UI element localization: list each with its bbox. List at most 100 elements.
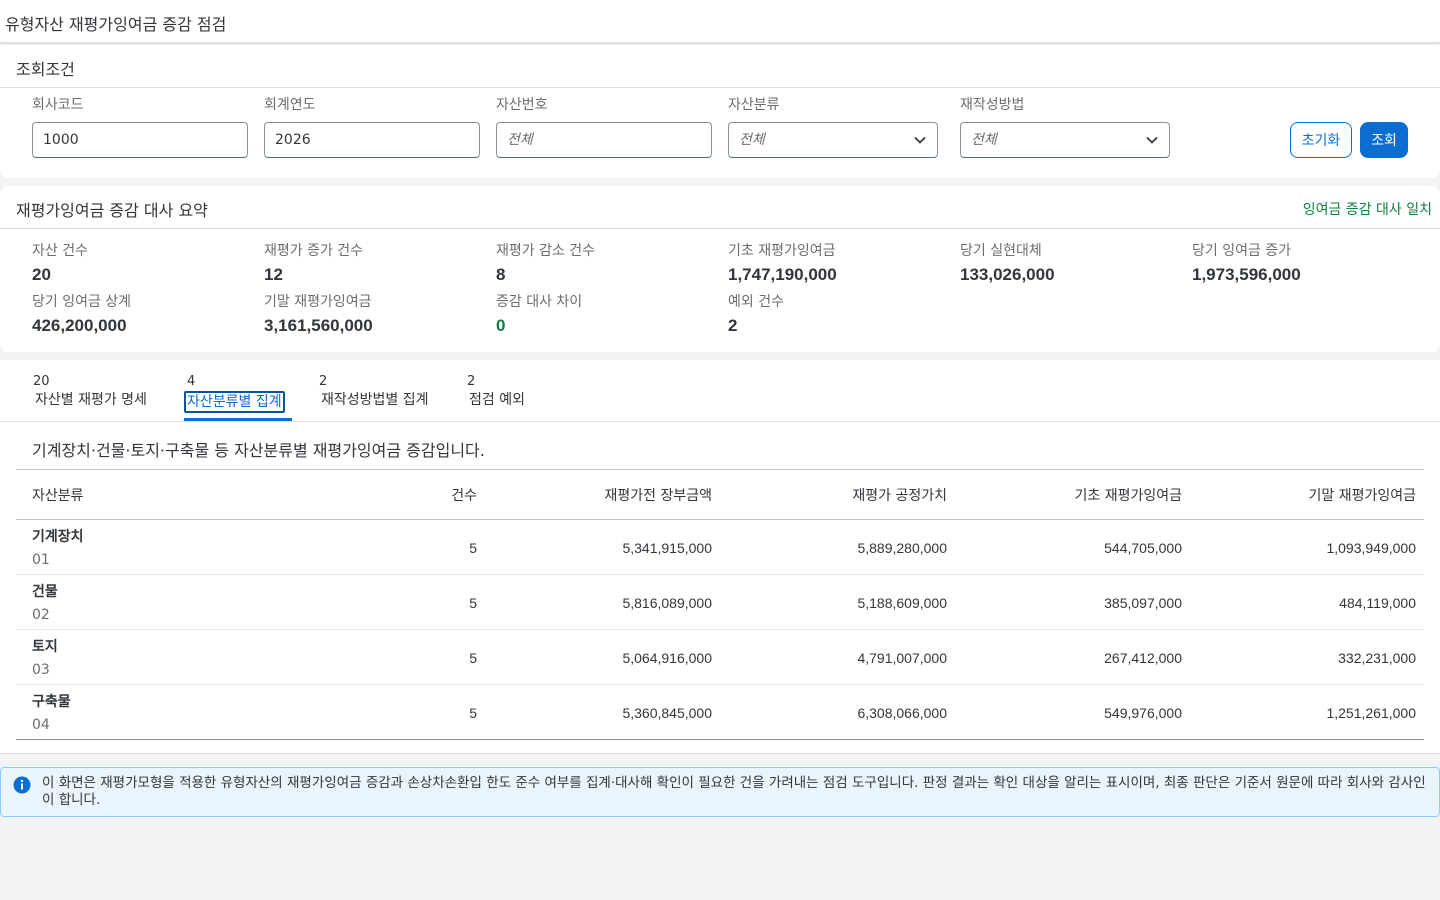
kpi-label: 당기 잉여금 상계 — [32, 294, 132, 310]
tab-content: 기계장치·건물·토지·구축물 등 자산분류별 재평가잉여금 증감입니다. 자산분… — [0, 422, 1440, 754]
kpi-label: 증감 대사 차이 — [496, 294, 583, 310]
column-header-count[interactable]: 건수 — [451, 485, 477, 505]
column-header-closing-surplus[interactable]: 기말 재평가잉여금 — [1309, 485, 1417, 505]
method-label: 재작성방법 — [960, 97, 1025, 113]
kpi-value: 2 — [728, 316, 738, 335]
asset-class-table: 자산분류 건수 재평가전 장부금액 재평가 공정가치 기초 재평가잉여금 기말 … — [16, 469, 1424, 740]
asset-class-name: 건물 — [32, 584, 58, 600]
kpi-surplus-offset: 당기 잉여금 상계 426,200,000 — [32, 293, 131, 336]
reconciliation-status: 잉여금 증감 대사 일치 — [1302, 202, 1432, 218]
tab-bar: 20 자산별 재평가 명세 4 자산분류별 집계 2 재작성방법별 집계 2 점… — [0, 360, 1440, 422]
table-row[interactable]: 기계장치 01 5 5,341,915,000 5,889,280,000 54… — [16, 520, 1424, 575]
column-header-asset-class[interactable]: 자산분류 — [32, 485, 84, 505]
asset-number-label: 자산번호 — [496, 97, 548, 113]
method-select[interactable]: 전체 — [960, 122, 1170, 158]
asset-class-select[interactable]: 전체 — [728, 122, 938, 158]
cell-opening-surplus: 267,412,000 — [1104, 650, 1182, 666]
cell-fair-value: 5,188,609,000 — [857, 595, 947, 611]
table-row[interactable]: 토지 03 5 5,064,916,000 4,791,007,000 267,… — [16, 630, 1424, 685]
tab-label: 자산별 재평가 명세 — [35, 392, 147, 408]
info-message-strip: 이 화면은 재평가모형을 적용한 유형자산의 재평가잉여금 증감과 손상차손환입… — [0, 767, 1440, 817]
chevron-down-icon — [914, 136, 926, 144]
fiscal-year-input[interactable] — [265, 123, 479, 157]
company-code-field: 회사코드 — [32, 95, 248, 158]
method-value: 전체 — [971, 132, 997, 148]
table-row[interactable]: 건물 02 5 5,816,089,000 5,188,609,000 385,… — [16, 575, 1424, 630]
cell-count: 5 — [469, 705, 477, 721]
info-icon — [13, 776, 31, 794]
tab-count: 2 — [319, 374, 328, 389]
kpi-label: 자산 건수 — [32, 243, 88, 259]
search-button[interactable]: 조회 — [1360, 122, 1408, 158]
kpi-value: 3,161,560,000 — [264, 316, 373, 335]
kpi-value: 426,200,000 — [32, 316, 127, 335]
cell-closing-surplus: 1,093,949,000 — [1326, 540, 1416, 556]
company-code-box[interactable] — [32, 122, 248, 158]
content-description: 기계장치·건물·토지·구축물 등 자산분류별 재평가잉여금 증감입니다. — [32, 441, 485, 460]
company-code-input[interactable] — [33, 123, 247, 157]
info-message-text: 이 화면은 재평가모형을 적용한 유형자산의 재평가잉여금 증감과 손상차손환입… — [42, 775, 1426, 808]
asset-class-value: 전체 — [739, 132, 765, 148]
active-tab-indicator — [184, 418, 292, 421]
cell-fair-value: 4,791,007,000 — [857, 650, 947, 666]
kpi-label: 당기 실현대체 — [960, 243, 1042, 259]
tab-label: 재작성방법별 집계 — [321, 392, 429, 408]
kpi-value: 20 — [32, 265, 51, 284]
tab-label: 자산분류별 집계 — [184, 391, 285, 413]
tab-count: 2 — [467, 374, 476, 389]
cell-closing-surplus: 484,119,000 — [1339, 595, 1416, 611]
column-header-fair-value[interactable]: 재평가 공정가치 — [852, 485, 947, 505]
filter-panel-title: 조회조건 — [16, 60, 75, 79]
kpi-reconciliation-diff: 증감 대사 차이 0 — [496, 293, 582, 336]
kpi-value: 0 — [496, 316, 506, 335]
cell-count: 5 — [469, 540, 477, 556]
tab-count: 20 — [33, 374, 50, 389]
kpi-label: 재평가 증가 건수 — [264, 243, 364, 259]
reset-button[interactable]: 초기화 — [1290, 122, 1352, 158]
asset-class-field: 자산분류 전체 — [728, 95, 938, 158]
cell-book-value: 5,816,089,000 — [622, 595, 712, 611]
asset-class-code: 04 — [32, 717, 50, 733]
asset-number-input[interactable] — [497, 123, 711, 157]
summary-panel-title: 재평가잉여금 증감 대사 요약 — [16, 201, 208, 220]
company-code-label: 회사코드 — [32, 97, 84, 113]
kpi-surplus-increase: 당기 잉여금 증가 1,973,596,000 — [1192, 242, 1301, 285]
tab-exceptions[interactable]: 2 점검 예외 — [467, 374, 527, 409]
kpi-label: 기초 재평가잉여금 — [728, 243, 836, 259]
cell-closing-surplus: 332,231,000 — [1338, 650, 1416, 666]
kpi-label: 예외 건수 — [728, 294, 784, 310]
kpi-realized-transfer: 당기 실현대체 133,026,000 — [960, 242, 1055, 285]
asset-class-label: 자산분류 — [728, 97, 780, 113]
cell-opening-surplus: 549,976,000 — [1104, 705, 1182, 721]
tab-asset-details[interactable]: 20 자산별 재평가 명세 — [33, 374, 149, 409]
asset-class-name: 기계장치 — [32, 529, 84, 545]
page-title: 유형자산 재평가잉여금 증감 점검 — [5, 15, 227, 34]
fiscal-year-label: 회계연도 — [264, 97, 316, 113]
cell-book-value: 5,341,915,000 — [622, 540, 712, 556]
kpi-label: 재평가 감소 건수 — [496, 243, 596, 259]
cell-count: 5 — [469, 650, 477, 666]
tab-asset-class-summary[interactable]: 4 자산분류별 집계 — [184, 374, 285, 413]
asset-class-code: 02 — [32, 607, 50, 623]
asset-number-box[interactable] — [496, 122, 712, 158]
kpi-increase-count: 재평가 증가 건수 12 — [264, 242, 363, 285]
fiscal-year-field: 회계연도 — [264, 95, 480, 158]
column-header-book-value[interactable]: 재평가전 장부금액 — [605, 485, 713, 505]
cell-closing-surplus: 1,251,261,000 — [1326, 705, 1416, 721]
cell-fair-value: 5,889,280,000 — [857, 540, 947, 556]
asset-class-name: 토지 — [32, 639, 58, 655]
tab-method-summary[interactable]: 2 재작성방법별 집계 — [319, 374, 431, 409]
tab-label: 점검 예외 — [469, 392, 525, 408]
kpi-value: 12 — [264, 265, 283, 284]
filter-panel-header: 조회조건 — [0, 45, 1440, 88]
cell-book-value: 5,360,845,000 — [622, 705, 712, 721]
kpi-value: 1,747,190,000 — [728, 265, 837, 284]
fiscal-year-box[interactable] — [264, 122, 480, 158]
table-row[interactable]: 구축물 04 5 5,360,845,000 6,308,066,000 549… — [16, 685, 1424, 739]
cell-fair-value: 6,308,066,000 — [857, 705, 947, 721]
asset-number-field: 자산번호 — [496, 95, 712, 158]
kpi-opening-surplus: 기초 재평가잉여금 1,747,190,000 — [728, 242, 837, 285]
method-field: 재작성방법 전체 — [960, 95, 1170, 158]
kpi-value: 1,973,596,000 — [1192, 265, 1301, 284]
column-header-opening-surplus[interactable]: 기초 재평가잉여금 — [1075, 485, 1183, 505]
